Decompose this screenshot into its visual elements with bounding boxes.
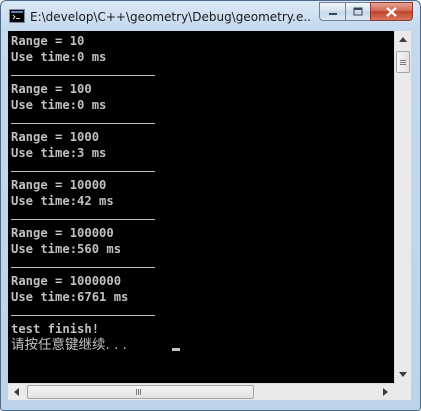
maximize-icon	[353, 7, 363, 16]
grip-line	[400, 60, 406, 61]
separator	[11, 75, 155, 76]
range-line: Range = 100000	[11, 226, 114, 240]
scroll-up-button[interactable]	[395, 31, 411, 48]
console-app-icon[interactable]	[9, 9, 25, 23]
arrow-up-icon	[399, 37, 407, 42]
continue-prompt: 请按任意键继续. . .	[11, 337, 132, 353]
scrollbar-corner	[394, 383, 411, 400]
range-line: Range = 1000	[11, 130, 100, 144]
text-cursor	[172, 348, 180, 351]
range-line: Range = 100	[11, 82, 92, 96]
grip-line	[400, 64, 406, 65]
time-line: Use time:560 ms	[11, 242, 122, 256]
time-line: Use time:3 ms	[11, 146, 107, 160]
finish-line: test finish!	[11, 322, 100, 336]
vertical-scroll-thumb[interactable]	[396, 51, 410, 73]
close-icon	[386, 6, 397, 17]
separator	[11, 267, 155, 268]
arrow-left-icon	[14, 388, 19, 396]
console-output[interactable]: Range = 10 Use time:0 ms Range = 100 Use…	[8, 31, 394, 383]
scroll-right-button[interactable]	[377, 384, 394, 400]
range-line: Range = 1000000	[11, 274, 122, 288]
horizontal-scrollbar[interactable]	[8, 383, 394, 400]
arrow-down-icon	[399, 372, 407, 377]
horizontal-scroll-thumb[interactable]	[27, 385, 254, 399]
range-line: Range = 10	[11, 34, 85, 48]
scroll-left-button[interactable]	[8, 384, 25, 400]
grip-line	[136, 389, 137, 395]
time-line: Use time:0 ms	[11, 50, 107, 64]
scroll-down-button[interactable]	[395, 366, 411, 383]
grip-line	[400, 62, 406, 63]
time-line: Use time:42 ms	[11, 194, 114, 208]
separator	[11, 219, 155, 220]
minimize-icon	[328, 12, 337, 15]
maximize-button[interactable]	[345, 2, 370, 21]
caption-buttons	[319, 2, 413, 22]
grip-line	[138, 389, 139, 395]
time-line: Use time:6761 ms	[11, 290, 129, 304]
console-window: E:\develop\C++\geometry\Debug\geometry.e…	[0, 0, 421, 411]
close-button[interactable]	[370, 2, 413, 21]
window-title: E:\develop\C++\geometry\Debug\geometry.e…	[30, 10, 310, 24]
time-line: Use time:0 ms	[11, 98, 107, 112]
title-bar[interactable]: E:\develop\C++\geometry\Debug\geometry.e…	[1, 1, 420, 31]
arrow-right-icon	[383, 388, 388, 396]
separator	[11, 315, 155, 316]
vertical-scrollbar[interactable]	[394, 31, 411, 383]
range-line: Range = 10000	[11, 178, 107, 192]
separator	[11, 123, 155, 124]
minimize-button[interactable]	[319, 2, 345, 21]
separator	[11, 171, 155, 172]
grip-line	[140, 389, 141, 395]
